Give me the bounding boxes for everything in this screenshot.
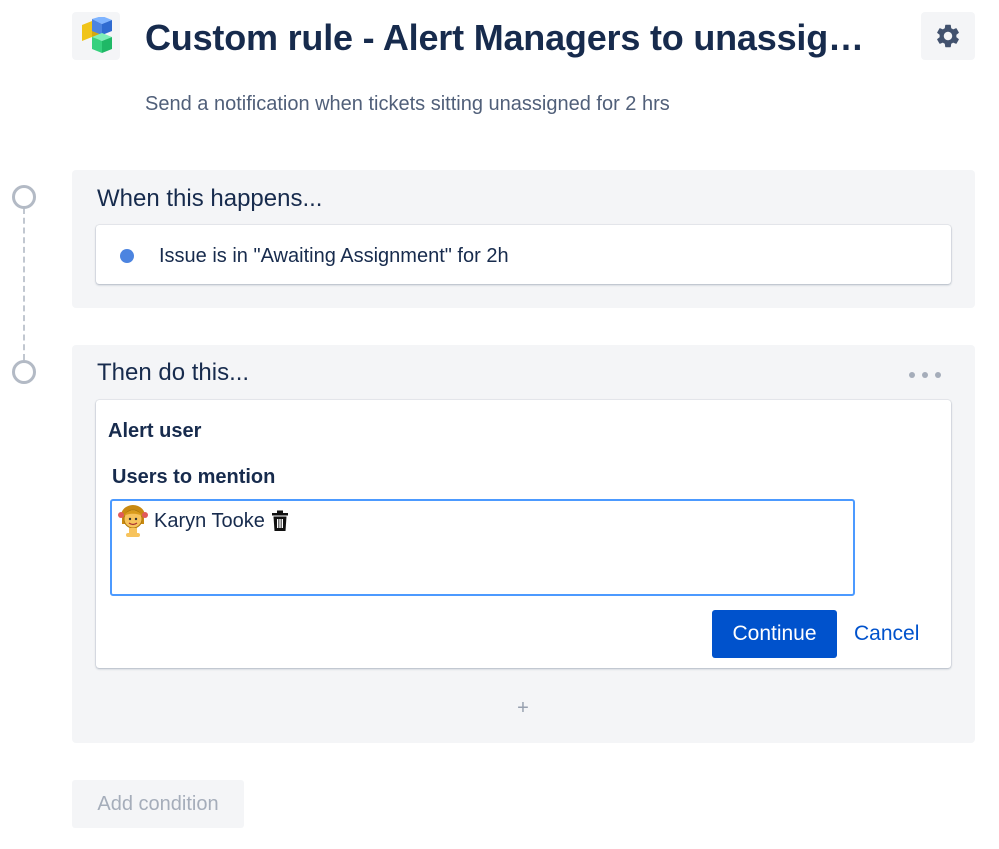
gear-icon	[937, 24, 959, 48]
cancel-link[interactable]: Cancel	[854, 622, 919, 646]
alert-user-card: Alert user Users to mention Karyn Tooke …	[96, 400, 951, 668]
timeline-connector	[23, 208, 25, 360]
page-title: Custom rule - Alert Managers to unassign…	[145, 17, 885, 58]
users-to-mention-label: Users to mention	[112, 466, 276, 488]
timeline-node-trigger	[12, 185, 36, 209]
stacked-cubes-icon	[72, 12, 120, 60]
action-title: Alert user	[108, 420, 202, 442]
add-action-button[interactable]: +	[515, 697, 531, 720]
add-condition-button[interactable]: Add condition	[72, 780, 244, 828]
avatar-icon	[118, 505, 148, 537]
rule-editor-page: Custom rule - Alert Managers to unassign…	[0, 0, 999, 849]
trigger-text: Issue is in "Awaiting Assignment" for 2h	[159, 245, 509, 267]
trigger-heading: When this happens...	[97, 185, 323, 212]
mentioned-user-name: Karyn Tooke	[154, 510, 265, 532]
trigger-panel: When this happens... Issue is in "Awaiti…	[72, 170, 975, 308]
trash-icon[interactable]	[271, 510, 289, 532]
trigger-card[interactable]: Issue is in "Awaiting Assignment" for 2h	[96, 225, 951, 284]
users-to-mention-input[interactable]: Karyn Tooke	[110, 499, 855, 596]
timeline-node-action	[12, 360, 36, 384]
rule-description: Send a notification when tickets sitting…	[145, 93, 670, 115]
action-panel: Then do this... Alert user Users to ment…	[72, 345, 975, 743]
continue-button[interactable]: Continue	[712, 610, 837, 658]
more-horizontal-icon[interactable]	[909, 367, 941, 383]
mention-chip: Karyn Tooke	[116, 501, 289, 541]
settings-button[interactable]	[921, 12, 975, 60]
trigger-status-dot	[120, 249, 134, 263]
action-heading: Then do this...	[97, 359, 250, 386]
